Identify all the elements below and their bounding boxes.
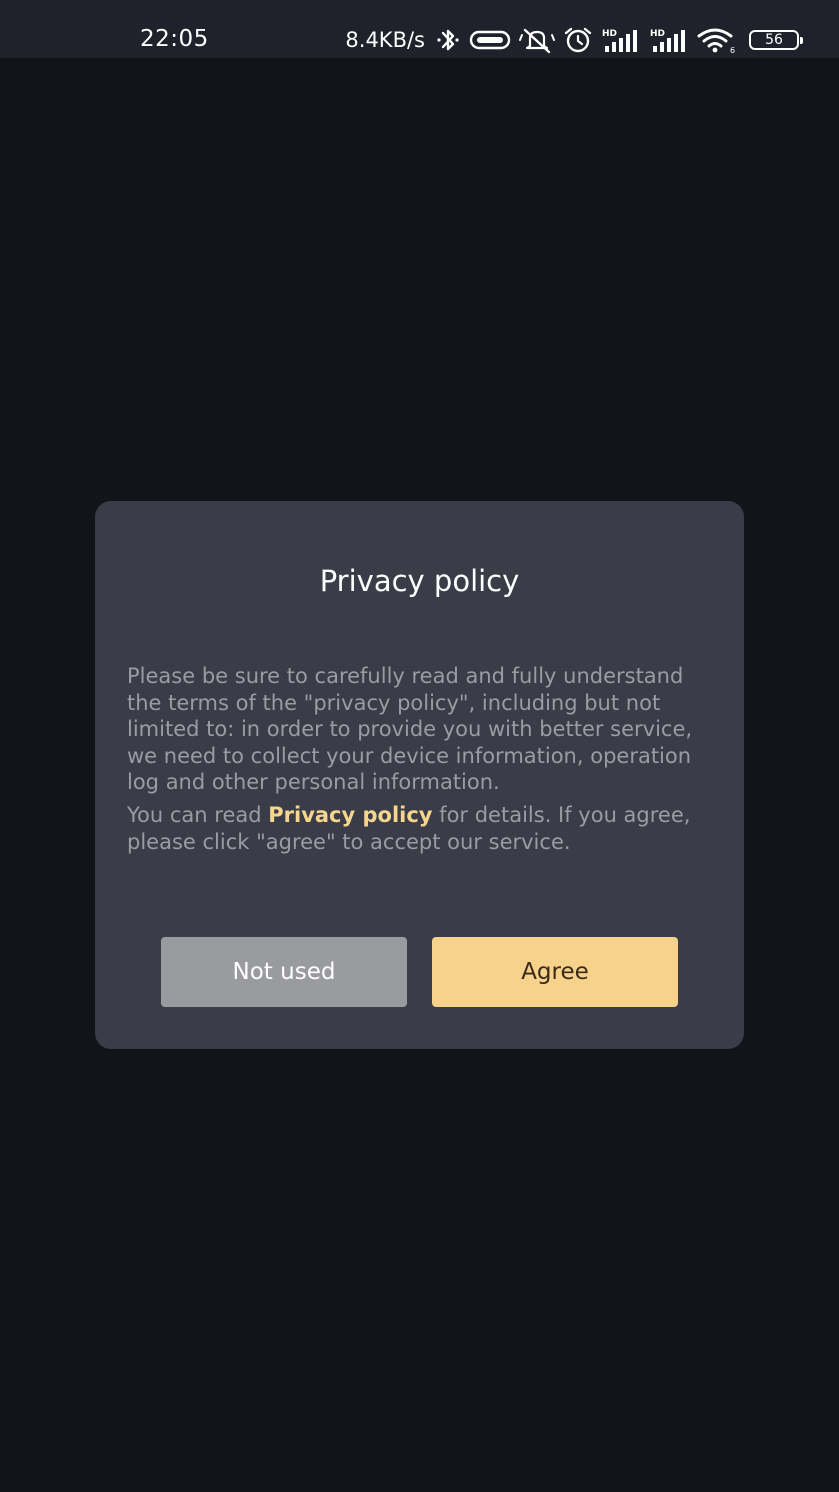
battery-level: 56: [765, 32, 783, 48]
dialog-title: Privacy policy: [319, 564, 520, 598]
svg-text:6: 6: [730, 46, 735, 54]
policy-description: Please be sure to carefully read and ful…: [127, 664, 693, 795]
details-prefix: You can read: [127, 802, 269, 827]
agree-button[interactable]: Agree: [432, 937, 678, 1007]
svg-text:HD: HD: [602, 29, 617, 39]
screen: 22:05 8.4KB/s HD HD 6 56 Privacy policy …: [0, 0, 839, 1492]
alarm-icon: [563, 26, 593, 54]
vibrate-icon: [469, 28, 511, 52]
hd-signal-icon: HD: [601, 26, 641, 54]
bluetooth-icon: [435, 26, 461, 54]
status-time: 22:05: [140, 26, 209, 52]
status-bar: 22:05 8.4KB/s HD HD 6 56: [0, 0, 839, 58]
wifi-icon: 6: [697, 26, 737, 54]
network-speed: 8.4KB/s: [345, 28, 425, 52]
privacy-policy-link[interactable]: Privacy policy: [268, 803, 432, 827]
hd-signal-icon: HD: [649, 26, 689, 54]
mute-icon: [519, 26, 555, 54]
status-icons: 8.4KB/s HD HD 6 56: [345, 22, 803, 58]
battery-icon: 56: [749, 30, 803, 50]
svg-text:HD: HD: [650, 29, 665, 39]
dialog-body: Please be sure to carefully read and ful…: [127, 663, 717, 855]
not-used-button[interactable]: Not used: [161, 937, 407, 1007]
policy-details: You can read Privacy policy for details.…: [127, 802, 717, 855]
